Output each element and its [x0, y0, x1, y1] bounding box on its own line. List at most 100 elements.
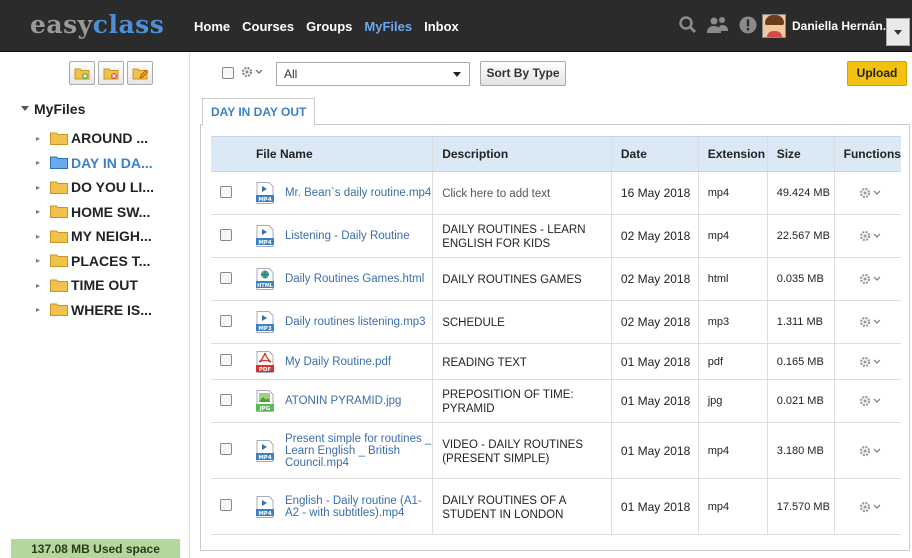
description-cell[interactable]: VIDEO - DAILY ROUTINES (PRESENT SIMPLE) [432, 422, 612, 479]
easyclass-logo[interactable]: easyclass [30, 10, 164, 39]
table-row[interactable]: JPG ATONIN PYRAMID.jpg PREPOSITION OF TI… [211, 379, 901, 423]
table-row[interactable]: MP3 Daily routines listening.mp3 SCHEDUL… [211, 300, 901, 344]
expand-arrow-icon[interactable]: ▸ [36, 158, 48, 167]
header-size[interactable]: Size [766, 136, 835, 172]
folder-item-around[interactable]: ▸ AROUND ... [36, 126, 154, 151]
folder-item-home-sweet[interactable]: ▸ HOME SW... [36, 200, 154, 225]
file-actions-menu[interactable] [844, 500, 901, 514]
header-date[interactable]: Date [610, 136, 699, 172]
file-name-link[interactable]: English - Daily routine (A1-A2 - with su… [285, 495, 432, 519]
folder-item-places[interactable]: ▸ PLACES T... [36, 249, 154, 274]
file-name-link[interactable]: Daily routines listening.mp3 [285, 316, 426, 328]
file-actions-menu[interactable] [844, 355, 901, 369]
search-icon[interactable] [678, 15, 698, 35]
file-name-link[interactable]: Listening - Daily Routine [285, 230, 410, 242]
expand-arrow-icon[interactable]: ▸ [36, 281, 48, 290]
notification-alert-icon[interactable] [738, 15, 758, 35]
file-description[interactable]: DAILY ROUTINES - LEARN ENGLISH FOR KIDS [442, 224, 585, 250]
tab-day-in-day-out[interactable]: DAY IN DAY OUT [202, 98, 316, 126]
extension-cell: mp3 [697, 300, 768, 344]
user-menu[interactable]: Daniella Hernán... [762, 12, 893, 40]
row-checkbox[interactable] [220, 499, 232, 511]
table-row[interactable]: MP4 Mr. Bean`s daily routine.mp4 Click h… [211, 171, 901, 215]
sort-by-type-button[interactable]: Sort By Type [480, 61, 566, 86]
row-checkbox[interactable] [220, 185, 232, 198]
chevron-down-icon [873, 319, 881, 324]
header-description[interactable]: Description [432, 136, 612, 172]
table-row[interactable]: MP4 English - Daily routine (A1-A2 - wit… [211, 478, 901, 535]
file-description[interactable]: READING TEXT [442, 357, 527, 369]
avatar[interactable] [762, 14, 786, 38]
table-row[interactable]: MP4 Present simple for routines _ Learn … [211, 422, 901, 479]
row-checkbox[interactable] [220, 443, 232, 455]
nav-courses[interactable]: Courses [242, 19, 294, 34]
people-icon[interactable] [706, 15, 730, 35]
tree-root-myfiles[interactable]: MyFiles [21, 101, 85, 117]
header-extension[interactable]: Extension [697, 136, 768, 172]
expand-arrow-icon[interactable]: ▸ [36, 232, 48, 241]
file-actions-menu[interactable] [844, 394, 901, 408]
description-cell[interactable]: DAILY ROUTINES - LEARN ENGLISH FOR KIDS [432, 214, 612, 258]
nav-groups[interactable]: Groups [306, 19, 352, 34]
file-name-link[interactable]: Daily Routines Games.html [285, 273, 424, 285]
file-actions-menu[interactable] [844, 229, 901, 243]
file-actions-menu[interactable] [844, 444, 901, 458]
file-description[interactable]: DAILY ROUTINES GAMES [442, 274, 582, 286]
edit-folder-button[interactable] [127, 61, 153, 85]
table-row[interactable]: HTML Daily Routines Games.html DAILY ROU… [211, 257, 901, 301]
size-cell: 0.035 MB [766, 257, 835, 301]
chevron-down-icon [873, 398, 881, 403]
folder-item-my-neighbourhood[interactable]: ▸ MY NEIGH... [36, 224, 154, 249]
expand-arrow-icon[interactable]: ▸ [36, 134, 48, 143]
user-name[interactable]: Daniella Hernán... [792, 19, 893, 33]
delete-folder-button[interactable] [98, 61, 124, 85]
user-dropdown-toggle[interactable] [886, 18, 910, 46]
row-checkbox[interactable] [220, 393, 232, 406]
file-name-link[interactable]: Mr. Bean`s daily routine.mp4 [285, 187, 431, 199]
add-folder-button[interactable] [69, 61, 95, 85]
file-description[interactable]: PREPOSITION OF TIME: PYRAMID [442, 389, 573, 415]
table-row[interactable]: PDF My Daily Routine.pdf READING TEXT 01… [211, 343, 901, 380]
svg-text:MP4: MP4 [258, 197, 272, 203]
description-cell[interactable]: PREPOSITION OF TIME: PYRAMID [432, 379, 612, 423]
description-cell[interactable]: READING TEXT [432, 343, 612, 380]
bulk-actions-menu[interactable] [240, 65, 263, 79]
expand-arrow-icon[interactable]: ▸ [36, 305, 48, 314]
row-checkbox[interactable] [220, 354, 232, 366]
folder-item-do-you-like[interactable]: ▸ DO YOU LI... [36, 175, 154, 200]
nav-myfiles[interactable]: MyFiles [364, 19, 412, 34]
row-select-cell [211, 171, 247, 215]
expand-arrow-icon[interactable]: ▸ [36, 207, 48, 216]
table-row[interactable]: MP4 Listening - Daily Routine DAILY ROUT… [211, 214, 901, 258]
folder-item-where-is[interactable]: ▸ WHERE IS... [36, 298, 154, 323]
expand-arrow-icon[interactable]: ▸ [36, 256, 48, 265]
filter-select[interactable]: All [276, 62, 470, 86]
description-placeholder[interactable]: Click here to add text [442, 188, 550, 200]
file-description[interactable]: VIDEO - DAILY ROUTINES (PRESENT SIMPLE) [442, 439, 583, 465]
file-description[interactable]: DAILY ROUTINES OF A STUDENT IN LONDON [442, 495, 566, 521]
file-actions-menu[interactable] [844, 272, 901, 286]
description-cell[interactable]: DAILY ROUTINES OF A STUDENT IN LONDON [432, 478, 612, 535]
select-all-checkbox[interactable] [222, 67, 234, 79]
row-checkbox[interactable] [220, 271, 232, 284]
folder-item-time-out[interactable]: ▸ TIME OUT [36, 273, 154, 298]
file-name-link[interactable]: ATONIN PYRAMID.jpg [285, 395, 402, 407]
description-cell[interactable]: DAILY ROUTINES GAMES [432, 257, 612, 301]
file-actions-menu[interactable] [844, 315, 901, 329]
file-name-link[interactable]: Present simple for routines _ Learn Engl… [285, 433, 432, 469]
nav-home[interactable]: Home [194, 19, 230, 34]
file-actions-menu[interactable] [844, 186, 901, 200]
file-description[interactable]: SCHEDULE [442, 317, 505, 329]
nav-inbox[interactable]: Inbox [424, 19, 459, 34]
folder-sidebar: MyFiles ▸ AROUND ... ▸ DAY IN DA... ▸ DO YO… [0, 53, 190, 558]
row-checkbox[interactable] [220, 314, 232, 327]
folder-item-day-in-day-out[interactable]: ▸ DAY IN DA... [36, 151, 154, 176]
upload-button[interactable]: Upload [847, 61, 907, 86]
description-cell[interactable]: SCHEDULE [432, 300, 612, 344]
row-checkbox[interactable] [220, 228, 232, 241]
file-name-link[interactable]: My Daily Routine.pdf [285, 356, 391, 368]
expand-arrow-icon[interactable]: ▸ [36, 183, 48, 192]
collapse-arrow-icon[interactable] [21, 106, 29, 111]
description-cell[interactable]: Click here to add text [432, 171, 612, 215]
header-file-name[interactable]: File Name [246, 136, 433, 172]
